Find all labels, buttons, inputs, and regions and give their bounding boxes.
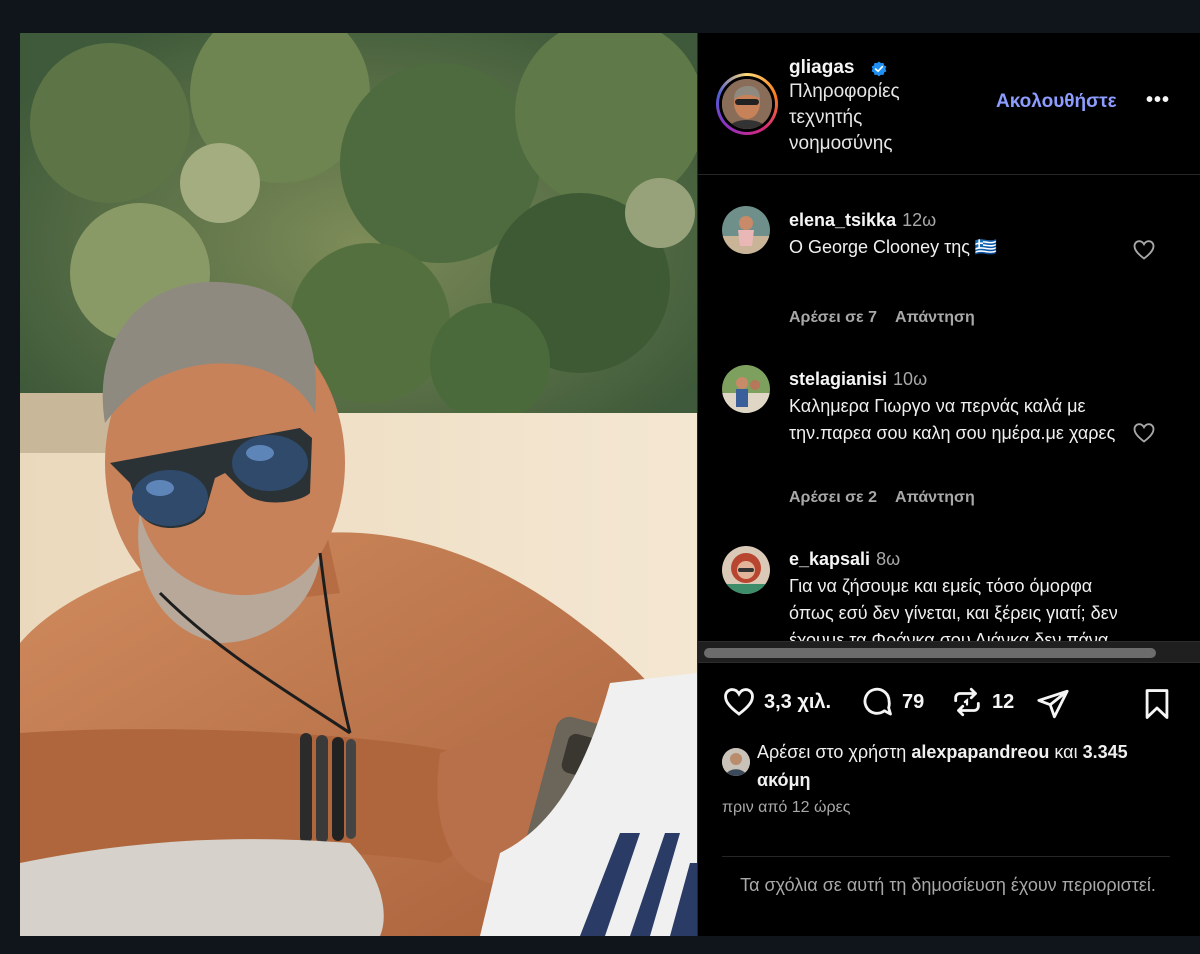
post-side-panel: gliagas Πληροφορίες τεχνητής νοημοσύνης …	[697, 33, 1200, 936]
action-bar: 3,3 χιλ. 79 12	[698, 683, 1200, 727]
comment-time[interactable]: 10ω	[893, 369, 927, 389]
liked-by-prefix: Αρέσει στο χρήστη	[757, 742, 907, 762]
more-icon[interactable]: •••	[1146, 89, 1170, 112]
repost-icon[interactable]	[950, 685, 984, 719]
liked-by-avatar[interactable]	[722, 748, 750, 776]
comment-text: Καλημερα Γιωργο να περνάς καλά με την.πα…	[789, 396, 1116, 443]
post-photo-image	[20, 33, 697, 936]
comment-avatar-image	[722, 206, 770, 254]
comment-likes[interactable]: Αρέσει σε 7	[789, 309, 877, 326]
comment-text: Ο George Clooney της 🇬🇷	[789, 237, 998, 257]
comment-username[interactable]: e_kapsali	[789, 549, 870, 569]
like-action[interactable]: 3,3 χιλ.	[722, 685, 831, 719]
liked-by-connector: και	[1054, 742, 1078, 762]
horizontal-scrollbar-thumb[interactable]	[704, 648, 1156, 658]
comment-meta: Αρέσει σε 7 Απάντηση	[789, 309, 993, 327]
comment-header: elena_tsikka 12ω	[789, 210, 936, 231]
post-modal: gliagas Πληροφορίες τεχνητής νοημοσύνης …	[20, 33, 1200, 936]
comment-avatar-image	[722, 546, 770, 594]
bookmark-icon[interactable]	[1140, 687, 1174, 721]
post-photo[interactable]	[20, 33, 697, 936]
liked-by-avatar-image	[722, 748, 750, 776]
heart-icon[interactable]	[1132, 238, 1156, 262]
verified-badge-icon	[871, 61, 887, 77]
comment-avatar[interactable]	[722, 546, 770, 594]
follow-button[interactable]: Ακολουθήστε	[996, 91, 1117, 113]
reposts-count[interactable]: 12	[992, 691, 1014, 714]
comments-restricted-notice: Τα σχόλια σε αυτή τη δημοσίευση έχουν πε…	[740, 875, 1156, 895]
author-username[interactable]: gliagas	[789, 57, 854, 79]
repost-action[interactable]: 12	[950, 685, 1014, 719]
comment-time[interactable]: 8ω	[876, 549, 900, 569]
comment-avatar[interactable]	[722, 365, 770, 413]
likes-count[interactable]: 3,3 χιλ.	[764, 691, 831, 714]
author-avatar[interactable]	[716, 73, 778, 135]
post-time[interactable]: πριν από 12 ώρες	[722, 799, 850, 817]
comments-list[interactable]: elena_tsikka 12ω Ο George Clooney της 🇬🇷 …	[698, 176, 1200, 659]
reply-button[interactable]: Απάντηση	[895, 489, 975, 506]
author-subtitle[interactable]: Πληροφορίες τεχνητής νοημοσύνης	[789, 79, 939, 157]
comment-header: e_kapsali 8ω	[789, 549, 900, 570]
horizontal-scrollbar[interactable]	[698, 641, 1200, 663]
comment-avatar-image	[722, 365, 770, 413]
comment-meta: Αρέσει σε 2 Απάντηση	[789, 489, 993, 507]
comments-count[interactable]: 79	[902, 691, 924, 714]
heart-icon[interactable]	[1132, 421, 1156, 445]
comment-likes[interactable]: Αρέσει σε 2	[789, 489, 877, 506]
divider	[722, 856, 1170, 857]
post-header: gliagas Πληροφορίες τεχνητής νοημοσύνης …	[698, 33, 1200, 175]
liked-by-text: Αρέσει στο χρήστη alexpapandreou και 3.3…	[757, 738, 1177, 794]
comment-icon[interactable]	[860, 685, 894, 719]
share-icon[interactable]	[1036, 687, 1070, 721]
comment-action[interactable]: 79	[860, 685, 924, 719]
author-avatar-image	[722, 79, 772, 129]
liked-by-user[interactable]: alexpapandreou	[911, 742, 1049, 762]
comment-username[interactable]: stelagianisi	[789, 369, 887, 389]
reply-button[interactable]: Απάντηση	[895, 309, 975, 326]
comment-avatar[interactable]	[722, 206, 770, 254]
comment-header: stelagianisi 10ω	[789, 369, 927, 390]
heart-icon[interactable]	[722, 685, 756, 719]
comment-username[interactable]: elena_tsikka	[789, 210, 896, 230]
comment-time[interactable]: 12ω	[902, 210, 936, 230]
